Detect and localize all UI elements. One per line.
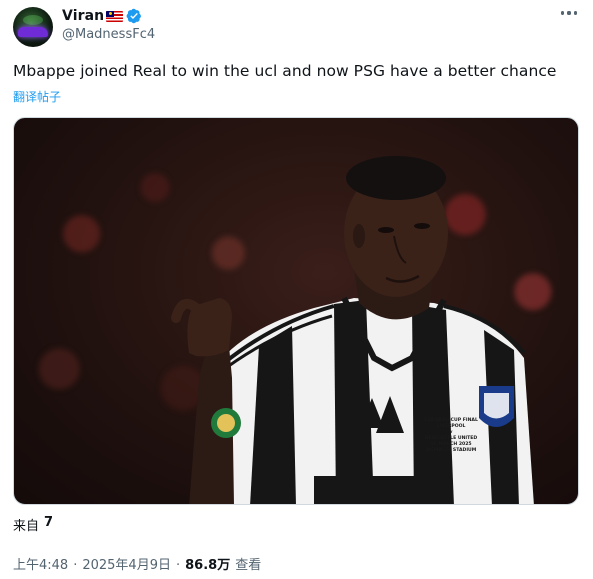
source-value[interactable]: 7 <box>44 515 53 534</box>
avatar[interactable] <box>13 7 53 47</box>
verified-badge-icon[interactable] <box>126 8 142 24</box>
author-name-row: Viran <box>62 7 142 25</box>
tweet-text: Mbappe joined Real to win the ucl and no… <box>13 62 557 80</box>
avatar-glow <box>23 15 43 25</box>
views-label: 查看 <box>235 558 262 573</box>
tweet-time[interactable]: 上午4:48 <box>13 554 68 573</box>
match-text-line: WEMBLEY STADIUM <box>425 448 477 453</box>
author-display-name[interactable]: Viran <box>62 8 104 24</box>
meta-separator: · <box>175 558 181 573</box>
malaysia-flag-icon <box>106 10 124 22</box>
author-handle[interactable]: @MadnessFc4 <box>62 27 155 42</box>
source-label: 来自 <box>13 519 40 534</box>
meta-separator: · <box>73 558 78 573</box>
tweet-meta-row: 上午4:48 · 2025年4月9日 · 86.8万 查看 <box>13 554 261 573</box>
avatar-car-image <box>18 27 48 37</box>
tweet-date[interactable]: 2025年4月9日 <box>82 554 171 573</box>
match-embroidery: CARABAO CUP FINAL LIVERPOOL v NEWCASTLE … <box>416 418 486 454</box>
translate-post-link[interactable]: 翻译帖子 <box>13 88 61 105</box>
tweet-media-image[interactable]: CARABAO CUP FINAL LIVERPOOL v NEWCASTLE … <box>13 117 579 505</box>
source-row: 来自 7 <box>13 515 53 534</box>
more-options-icon[interactable] <box>561 10 577 16</box>
views-count: 86.8万 <box>185 558 231 573</box>
player-figure <box>171 156 534 504</box>
